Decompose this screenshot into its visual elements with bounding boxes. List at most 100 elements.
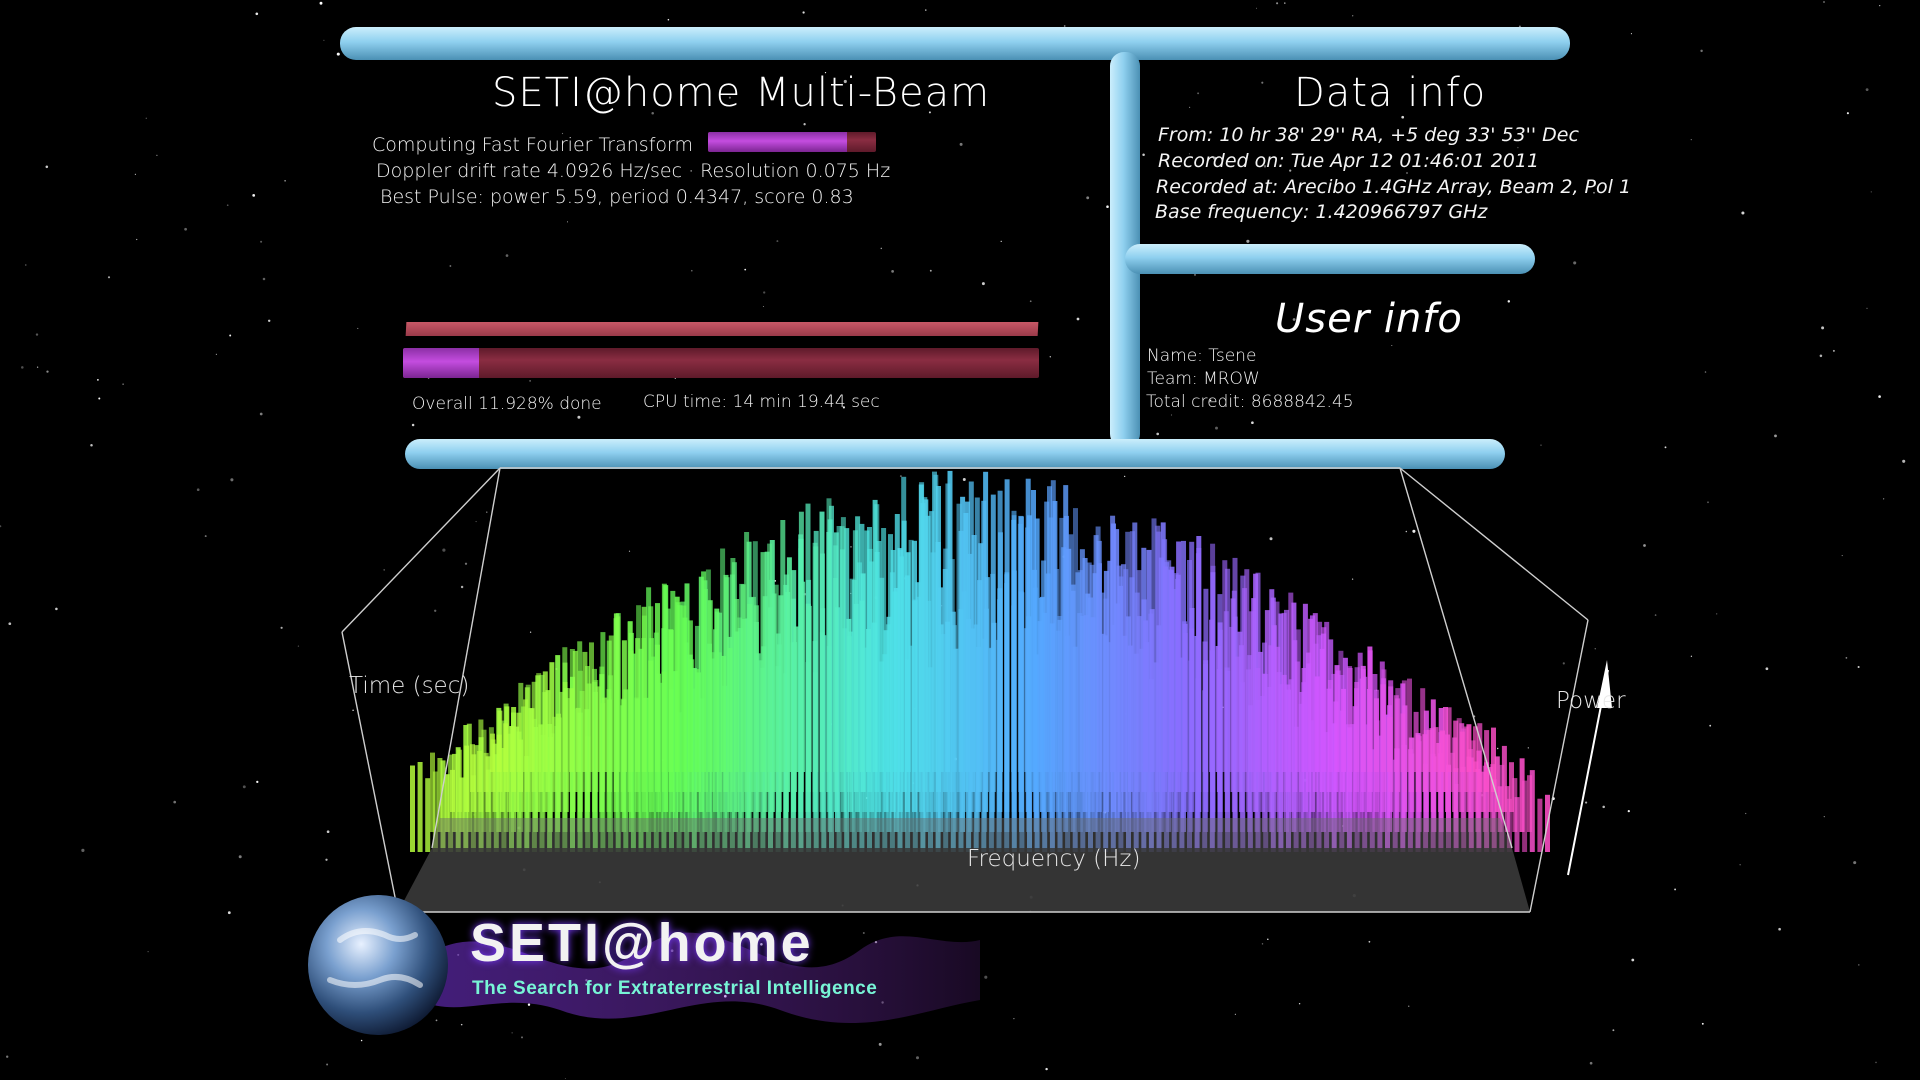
spectrum-bar <box>714 608 720 772</box>
spectrum-bar <box>1182 633 1188 772</box>
spectrum-bar <box>425 778 431 852</box>
spectrum-bar <box>859 600 865 772</box>
spectrum-bar <box>793 626 799 772</box>
spectrum-bar <box>1354 682 1360 772</box>
spectrum-bar <box>1070 590 1076 772</box>
spectrum-bar <box>800 581 806 772</box>
spectrum-bar <box>476 751 482 792</box>
spectrum-bar <box>542 671 548 772</box>
spectrum-bar <box>1466 724 1472 772</box>
spectrum-bar <box>681 605 687 772</box>
spectrum-bar <box>608 635 614 772</box>
spectrum-bar <box>707 600 713 772</box>
spectrum-bar <box>648 660 654 772</box>
spectrum-bar <box>1189 628 1195 772</box>
spectrum-bar <box>826 498 832 772</box>
spectrum-bar <box>464 745 470 812</box>
spectrum-bar <box>879 577 885 772</box>
spectrum-bar <box>575 707 581 772</box>
spectrum-bar <box>410 765 415 852</box>
spectrum-bar <box>1413 711 1419 772</box>
spectrum-bar <box>1261 673 1267 772</box>
spectrum-bar <box>720 655 726 772</box>
spectrum-bar <box>1090 617 1096 772</box>
spectrum-bar <box>1215 646 1221 772</box>
logo-tagline: The Search for Extraterrestrial Intellig… <box>472 978 878 999</box>
spectrum-bar <box>1288 592 1294 772</box>
spectrum-bar <box>1387 716 1393 772</box>
spectrum-bar <box>951 625 957 772</box>
spectrum-bar <box>945 621 951 772</box>
spectrum-bar <box>1347 668 1353 772</box>
spectrum-bar <box>562 682 568 772</box>
spectrum-bar <box>786 557 792 772</box>
spectrum-bar <box>1242 588 1248 772</box>
spectrum-bar <box>905 552 911 772</box>
spectrum-bar <box>549 662 555 772</box>
spectrum-bar <box>1491 727 1496 792</box>
spectrum-bar <box>1407 678 1412 772</box>
spectrum-bar <box>918 484 924 772</box>
logo-name: SETI@home <box>470 913 814 973</box>
spectrum-bar <box>1110 515 1116 772</box>
frequency-axis-label: Frequency (Hz) <box>967 846 1140 872</box>
spectrum-bar <box>615 616 621 772</box>
spectrum-bar <box>1268 645 1274 772</box>
spectrum-bar <box>450 769 455 812</box>
spectrum-bar <box>1308 618 1314 772</box>
spectrum-bar <box>1169 566 1175 772</box>
spectrum-bar <box>912 600 918 772</box>
spectrum-bar <box>740 584 746 772</box>
spectrum-bar <box>899 556 904 772</box>
spectrum-bar <box>509 726 515 772</box>
spectrum-bar <box>628 650 634 772</box>
spectrum-bar <box>1011 519 1017 772</box>
spectrum-bar <box>1162 566 1168 772</box>
spectrum-bar <box>1083 615 1089 772</box>
spectrum-bar <box>1433 727 1439 772</box>
spectrum-bar <box>998 532 1003 772</box>
spectrum-bar <box>958 609 964 772</box>
spectrum-bar <box>1209 619 1215 772</box>
spectrum-bar <box>694 669 700 772</box>
spectrum-bar <box>1446 707 1452 772</box>
spectrum-bar <box>1400 713 1406 772</box>
spectrum-bar <box>753 605 759 772</box>
spectrum-bar <box>1519 758 1525 832</box>
spectrum-bar <box>1202 641 1208 772</box>
spectrum-bar <box>1367 646 1373 772</box>
spectrum-bar <box>1248 611 1254 772</box>
spectrum-bar <box>852 530 858 772</box>
spectrum-bar <box>496 734 502 772</box>
spectrum-bar <box>529 708 535 772</box>
spectrum-bar <box>701 571 707 772</box>
spectrum-bar <box>1374 698 1379 772</box>
spectrum-bar <box>1275 646 1281 772</box>
time-axis-label: Time (sec) <box>349 673 469 699</box>
spectrum-bar <box>516 712 522 772</box>
spectrum-bar <box>483 752 489 792</box>
spectrum-bar <box>490 733 495 772</box>
spectrum-bar <box>971 535 977 772</box>
spectrum-bar <box>1050 480 1056 772</box>
spectrum-bar <box>1077 613 1083 772</box>
spectrum-bar <box>1116 565 1122 772</box>
spectrum-bar <box>734 599 740 772</box>
spectrum-bar <box>991 622 997 772</box>
spectrum-bar <box>1360 665 1366 772</box>
spectrum-bar <box>668 629 674 772</box>
spectrum-bar <box>1235 656 1241 772</box>
spectrum-bar <box>1473 726 1478 772</box>
spectrum-bar <box>846 618 852 772</box>
graph-floor-strip <box>432 818 1512 848</box>
spectrum-bar <box>1380 684 1386 772</box>
spectrum-bar <box>1156 531 1162 772</box>
spectrum-bar <box>1509 762 1514 812</box>
spectrum-bar <box>661 671 667 772</box>
spectrum-bar <box>674 596 680 772</box>
spectrum-bar <box>1149 609 1155 772</box>
spectrum-bar <box>1301 668 1307 772</box>
spectrum-bar <box>1459 731 1465 772</box>
spectrum-bar <box>1294 661 1300 772</box>
spectrum-bar <box>780 520 786 772</box>
